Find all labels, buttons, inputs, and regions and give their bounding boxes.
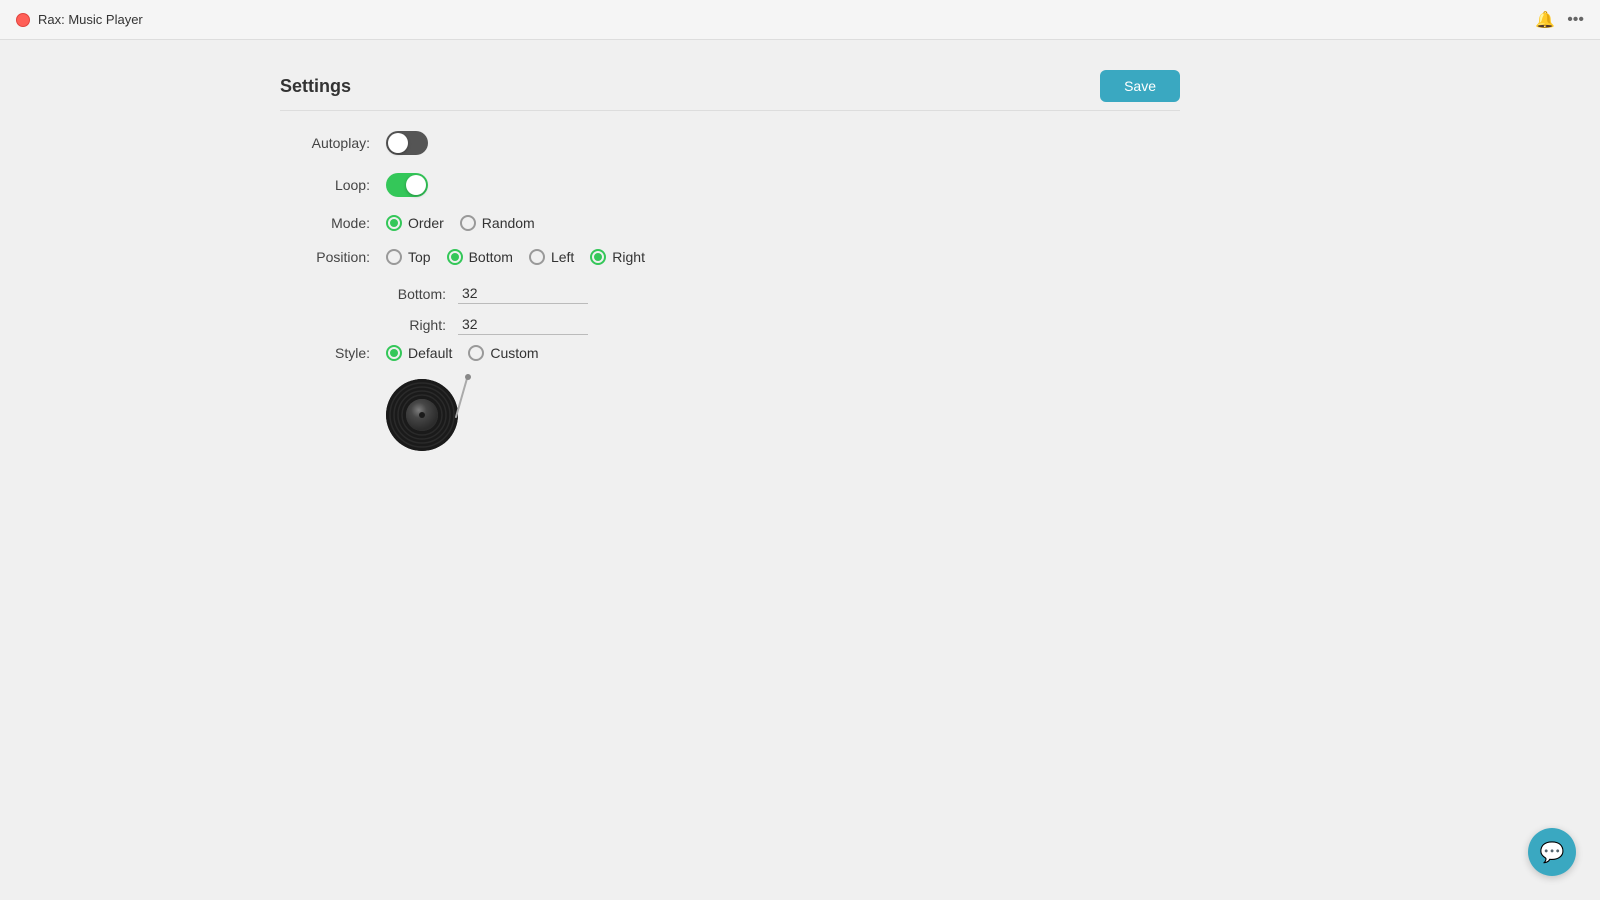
right-field-row: Right:	[386, 314, 1180, 335]
mode-random-label: Random	[482, 215, 535, 231]
position-top-radio[interactable]	[386, 249, 402, 265]
settings-header: Settings Save	[280, 70, 1180, 102]
style-default-option[interactable]: Default	[386, 345, 452, 361]
right-field-input[interactable]	[458, 314, 588, 335]
position-top-option[interactable]: Top	[386, 249, 431, 265]
position-left-option[interactable]: Left	[529, 249, 574, 265]
style-radio-group: Default Custom	[386, 345, 539, 361]
position-fields: Bottom: Right:	[386, 283, 1180, 335]
titlebar: Rax: Music Player 🔔 •••	[0, 0, 1600, 40]
mode-order-label: Order	[408, 215, 444, 231]
chat-button[interactable]: 💬	[1528, 828, 1576, 876]
mode-random-option[interactable]: Random	[460, 215, 535, 231]
app-title: Rax: Music Player	[38, 12, 143, 27]
chat-icon: 💬	[1540, 840, 1565, 865]
position-left-label: Left	[551, 249, 574, 265]
position-bottom-option[interactable]: Bottom	[447, 249, 513, 265]
settings-title: Settings	[280, 76, 351, 97]
settings-container: Settings Save Autoplay: Loop: Mode: Orde…	[280, 70, 1180, 459]
bottom-field-input[interactable]	[458, 283, 588, 304]
position-right-option[interactable]: Right	[590, 249, 645, 265]
position-left-radio[interactable]	[529, 249, 545, 265]
player-arm-svg	[448, 373, 478, 423]
position-right-radio[interactable]	[590, 249, 606, 265]
autoplay-thumb	[388, 133, 408, 153]
save-button[interactable]: Save	[1100, 70, 1180, 102]
style-default-label: Default	[408, 345, 452, 361]
position-radio-group: Top Bottom Left Right	[386, 249, 645, 265]
style-custom-label: Custom	[490, 345, 538, 361]
mode-order-option[interactable]: Order	[386, 215, 444, 231]
mode-label: Mode:	[280, 215, 370, 231]
position-right-label: Right	[612, 249, 645, 265]
close-button[interactable]	[16, 13, 30, 27]
bottom-field-label: Bottom:	[386, 286, 446, 302]
style-default-radio[interactable]	[386, 345, 402, 361]
loop-toggle[interactable]	[386, 173, 428, 197]
loop-row: Loop:	[280, 173, 1180, 197]
style-custom-option[interactable]: Custom	[468, 345, 538, 361]
right-field-label: Right:	[386, 317, 446, 333]
mode-random-radio[interactable]	[460, 215, 476, 231]
header-divider	[280, 110, 1180, 111]
more-options-icon[interactable]: •••	[1567, 11, 1584, 29]
mode-radio-group: Order Random	[386, 215, 535, 231]
position-bottom-radio[interactable]	[447, 249, 463, 265]
style-label: Style:	[280, 345, 370, 361]
position-row: Position: Top Bottom Left Right	[280, 249, 1180, 265]
autoplay-row: Autoplay:	[280, 131, 1180, 155]
style-row: Style: Default Custom	[280, 345, 1180, 361]
loop-label: Loop:	[280, 177, 370, 193]
position-bottom-label: Bottom	[469, 249, 513, 265]
player-widget	[386, 379, 466, 459]
bell-icon[interactable]: 🔔	[1535, 10, 1555, 30]
mode-row: Mode: Order Random	[280, 215, 1180, 231]
loop-track[interactable]	[386, 173, 428, 197]
bottom-field-row: Bottom:	[386, 283, 1180, 304]
position-top-label: Top	[408, 249, 431, 265]
autoplay-toggle[interactable]	[386, 131, 428, 155]
titlebar-left: Rax: Music Player	[16, 12, 143, 27]
mode-order-radio[interactable]	[386, 215, 402, 231]
position-label: Position:	[280, 249, 370, 265]
autoplay-track[interactable]	[386, 131, 428, 155]
style-custom-radio[interactable]	[468, 345, 484, 361]
autoplay-label: Autoplay:	[280, 135, 370, 151]
titlebar-right: 🔔 •••	[1535, 10, 1584, 30]
loop-thumb	[406, 175, 426, 195]
